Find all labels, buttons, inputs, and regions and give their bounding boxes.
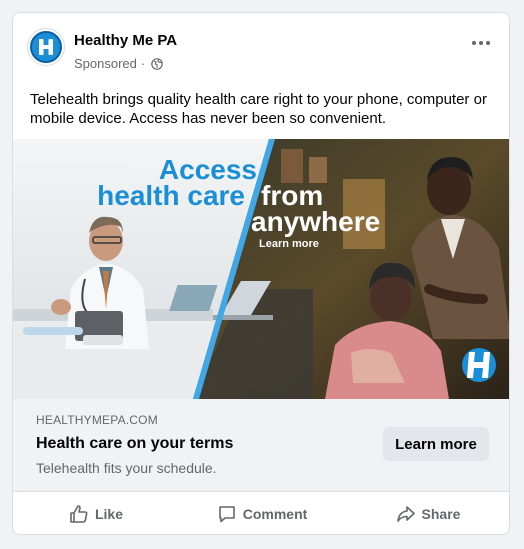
sponsored-post-card: Healthy Me PA Sponsored · Telehealth bri… [12,12,510,535]
share-button[interactable]: Share [345,492,509,534]
dot-icon [479,41,483,45]
link-preview[interactable]: HEALTHYMEPA.COM Health care on your term… [13,399,509,492]
more-options-button[interactable] [467,33,495,53]
page-name[interactable]: Healthy Me PA [74,32,177,49]
dot-icon [472,41,476,45]
comment-icon [218,506,235,523]
comment-button[interactable]: Comment [179,492,345,534]
globe-icon [151,57,164,70]
share-label: Share [421,506,461,522]
ad-creative: Access health care from anywhere Learn m… [13,139,509,399]
ad-image[interactable]: Access health care from anywhere Learn m… [13,139,509,399]
post-header: Healthy Me PA Sponsored · [13,13,509,85]
like-icon [70,505,88,523]
share-icon [396,506,415,522]
comment-label: Comment [242,506,308,522]
post-actions: Like Comment Share [13,492,509,534]
post-body-text: Telehealth brings quality health care ri… [30,91,487,127]
creative-line2: health care [97,180,245,211]
creative-line4: anywhere [251,206,380,237]
meta-separator: · [140,56,146,71]
link-domain: HEALTHYMEPA.COM [36,413,158,427]
post-meta: Sponsored · [74,56,164,71]
learn-more-button[interactable]: Learn more [383,427,489,461]
link-headline[interactable]: Health care on your terms [36,435,233,453]
like-button[interactable]: Like [13,492,179,534]
like-label: Like [94,506,123,522]
sponsored-label[interactable]: Sponsored [74,56,137,71]
page-avatar[interactable] [27,28,65,66]
creative-learn-more: Learn more [259,238,319,250]
link-description: Telehealth fits your schedule. [36,460,217,476]
dot-icon [486,41,490,45]
brand-badge-icon [462,348,496,382]
healthy-me-logo-icon [30,31,62,63]
